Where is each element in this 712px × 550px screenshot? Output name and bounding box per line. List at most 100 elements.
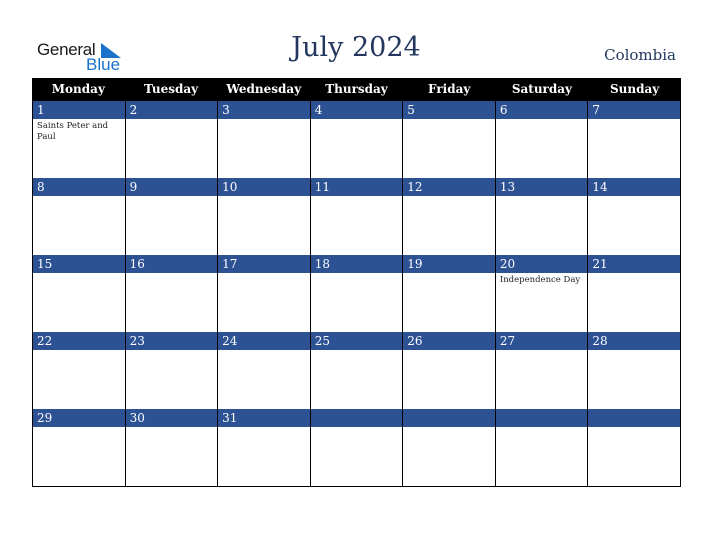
weekday-thursday: Thursday — [325, 82, 388, 96]
day-cell[interactable] — [310, 409, 404, 486]
holiday-label — [218, 350, 304, 352]
week-row: 1 Saints Peter and Paul 2 3 4 5 6 7 — [32, 101, 681, 178]
day-cell[interactable]: 30 — [125, 409, 219, 486]
holiday-label — [403, 273, 489, 275]
holiday-label — [311, 273, 397, 275]
day-number — [495, 409, 588, 427]
holiday-label — [588, 427, 674, 429]
day-number: 27 — [495, 332, 588, 350]
holiday-label — [403, 427, 489, 429]
holiday-label — [311, 119, 397, 121]
day-cell[interactable]: 1 Saints Peter and Paul — [33, 101, 126, 178]
day-cell[interactable] — [495, 409, 589, 486]
day-number: 19 — [403, 255, 495, 273]
holiday-label — [126, 196, 212, 198]
day-cell[interactable]: 22 — [33, 332, 126, 409]
day-number: 7 — [588, 101, 680, 119]
day-cell[interactable]: 27 — [495, 332, 589, 409]
holiday-label — [126, 119, 212, 121]
week-row: 15 16 17 18 19 20 Independence Day 21 — [32, 255, 681, 332]
holiday-label — [311, 196, 397, 198]
holiday-label — [496, 196, 582, 198]
day-cell[interactable]: 13 — [495, 178, 589, 255]
holiday-label: Independence Day — [499, 275, 581, 285]
day-cell[interactable]: 17 — [218, 255, 311, 332]
day-cell[interactable]: 21 — [588, 255, 681, 332]
weekday-tuesday: Tuesday — [144, 82, 199, 96]
day-cell[interactable]: 12 — [403, 178, 496, 255]
day-cell[interactable]: 14 — [588, 178, 681, 255]
day-number: 15 — [33, 255, 125, 273]
day-number: 4 — [310, 101, 403, 119]
day-cell[interactable]: 9 — [125, 178, 219, 255]
day-cell[interactable]: 3 — [218, 101, 311, 178]
day-cell[interactable]: 7 — [588, 101, 681, 178]
day-number: 25 — [310, 332, 403, 350]
holiday-label — [588, 196, 674, 198]
week-row: 29 30 31 — [32, 409, 681, 487]
day-cell[interactable]: 5 — [403, 101, 496, 178]
holiday-label — [33, 427, 119, 429]
day-cell[interactable]: 24 — [218, 332, 311, 409]
holiday-label — [588, 119, 674, 121]
day-number: 1 — [33, 101, 125, 119]
holiday-label — [33, 350, 119, 352]
day-number: 17 — [218, 255, 310, 273]
day-number — [310, 409, 403, 427]
day-cell[interactable]: 19 — [403, 255, 496, 332]
day-number: 10 — [218, 178, 310, 196]
day-cell[interactable]: 4 — [310, 101, 404, 178]
day-cell[interactable]: 26 — [403, 332, 496, 409]
day-cell[interactable] — [588, 409, 681, 486]
day-number: 26 — [403, 332, 495, 350]
day-cell[interactable]: 25 — [310, 332, 404, 409]
holiday-label — [588, 273, 674, 275]
day-number: 5 — [403, 101, 495, 119]
day-number: 2 — [125, 101, 218, 119]
day-number: 18 — [310, 255, 403, 273]
day-number: 29 — [33, 409, 125, 427]
day-number: 22 — [33, 332, 125, 350]
holiday-label — [403, 350, 489, 352]
holiday-label — [311, 350, 397, 352]
day-cell[interactable]: 6 — [495, 101, 589, 178]
day-cell[interactable] — [403, 409, 496, 486]
day-cell[interactable]: 8 — [33, 178, 126, 255]
holiday-label — [218, 196, 304, 198]
day-number — [403, 409, 495, 427]
day-number: 30 — [125, 409, 218, 427]
holiday-label — [126, 350, 212, 352]
holiday-label — [33, 196, 119, 198]
day-cell[interactable]: 15 — [33, 255, 126, 332]
day-cell[interactable]: 29 — [33, 409, 126, 486]
holiday-label — [403, 196, 489, 198]
day-number: 14 — [588, 178, 680, 196]
holiday-label — [33, 273, 119, 275]
day-cell[interactable]: 16 — [125, 255, 219, 332]
holiday-label — [218, 427, 304, 429]
day-number: 31 — [218, 409, 310, 427]
holiday-label — [126, 427, 212, 429]
weekday-monday: Monday — [51, 82, 105, 96]
day-number: 11 — [310, 178, 403, 196]
day-cell[interactable]: 2 — [125, 101, 219, 178]
day-number: 24 — [218, 332, 310, 350]
holiday-label — [218, 273, 304, 275]
day-number: 13 — [495, 178, 588, 196]
day-number — [588, 409, 680, 427]
country-label: Colombia — [604, 46, 676, 64]
day-number: 12 — [403, 178, 495, 196]
weekday-saturday: Saturday — [511, 82, 572, 96]
day-cell[interactable]: 11 — [310, 178, 404, 255]
day-number: 16 — [125, 255, 218, 273]
day-cell[interactable]: 10 — [218, 178, 311, 255]
day-number: 3 — [218, 101, 310, 119]
day-cell[interactable]: 23 — [125, 332, 219, 409]
day-cell[interactable]: 20 Independence Day — [495, 255, 589, 332]
calendar-grid: Monday Tuesday Wednesday Thursday Friday… — [32, 78, 681, 487]
holiday-label — [496, 427, 582, 429]
day-cell[interactable]: 31 — [218, 409, 311, 486]
day-cell[interactable]: 18 — [310, 255, 404, 332]
day-cell[interactable]: 28 — [588, 332, 681, 409]
week-row: 22 23 24 25 26 27 28 — [32, 332, 681, 409]
